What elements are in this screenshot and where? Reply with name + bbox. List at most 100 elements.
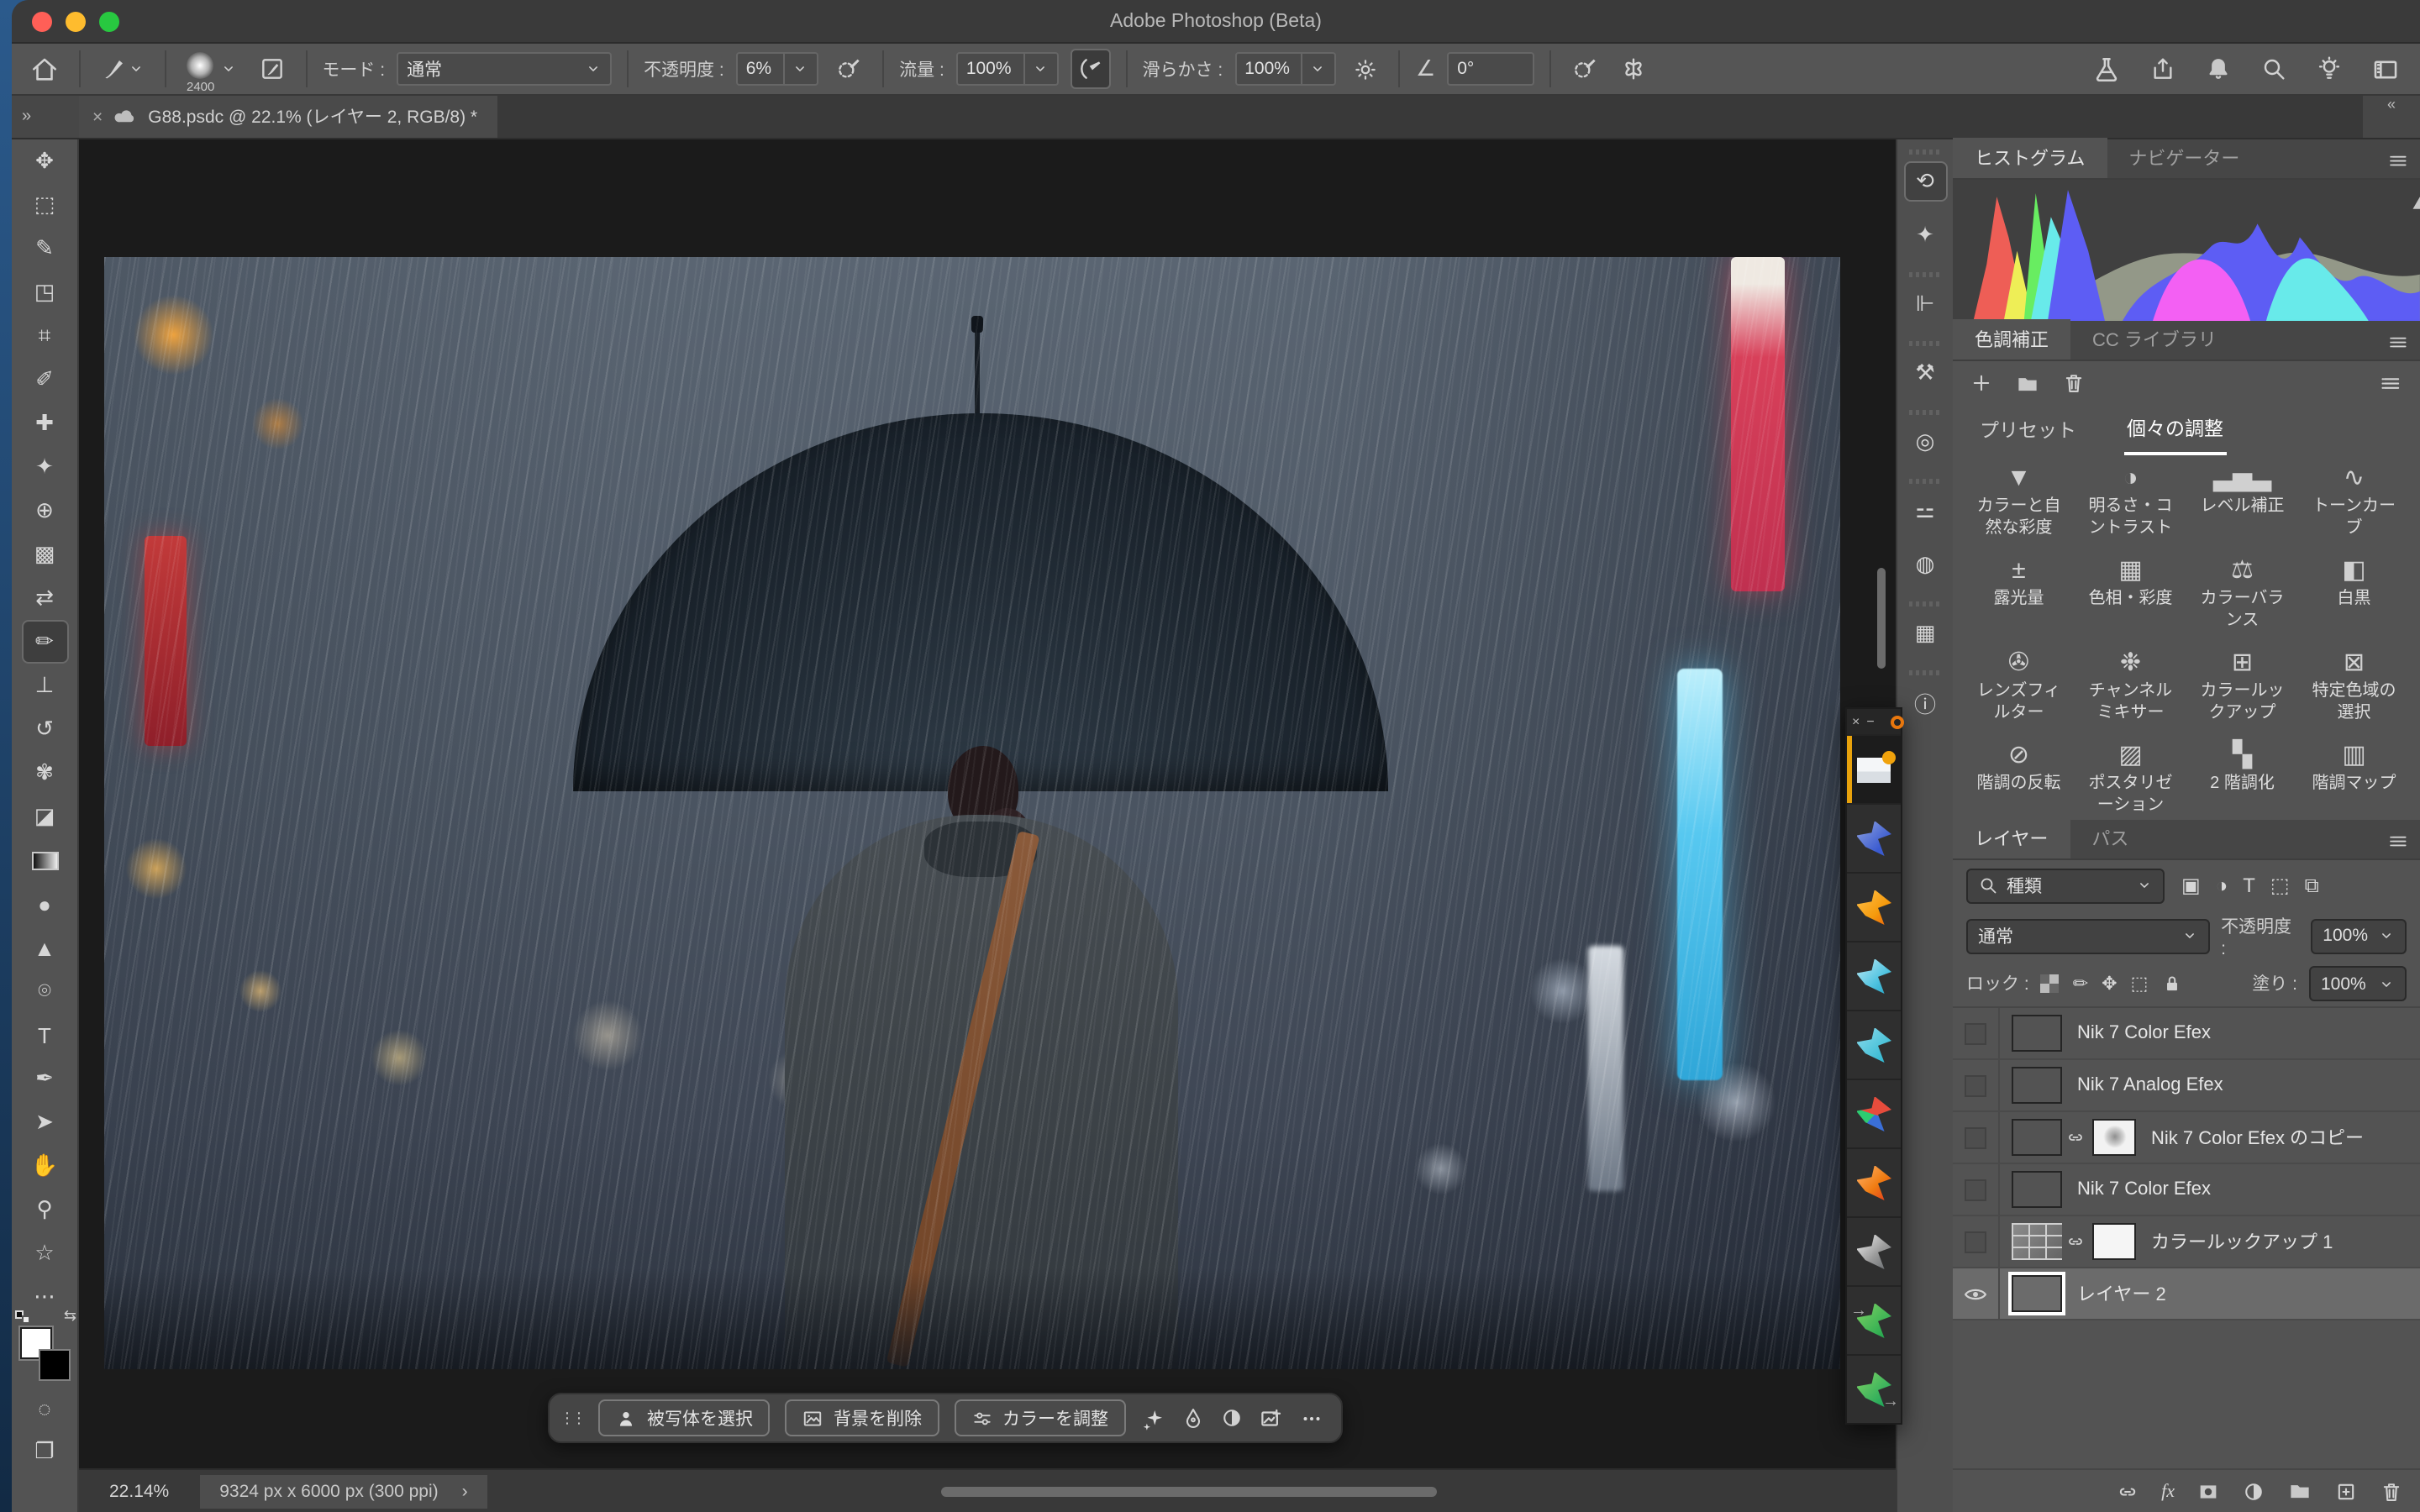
panel-menu-icon[interactable] (2388, 150, 2410, 171)
dock-panel-button[interactable]: ⚒ (1897, 334, 1954, 403)
flow-input[interactable]: 100% (956, 52, 1059, 86)
add-image-icon[interactable] (1258, 1405, 1283, 1431)
tool-button[interactable]: ⊥ (21, 664, 68, 707)
filter-adjustment-layers-icon[interactable]: ◑ (2216, 874, 2228, 897)
dock-collapse-chevron[interactable]: « (2363, 96, 2420, 138)
adjust-color-button[interactable]: カラーを調整 (954, 1399, 1125, 1436)
smoothing-options-gear[interactable] (1349, 49, 1384, 89)
tool-button[interactable]: ⚲ (21, 1188, 68, 1231)
lock-position-icon[interactable]: ✥ (2102, 973, 2117, 995)
plugin-item[interactable] (1847, 872, 1901, 941)
canvas-pasteboard[interactable]: ⋮⋮ 被写体を選択 背景を削除 カラーを調整 (79, 139, 1896, 1468)
adjustment-item[interactable]: ✇ レンズフィ ルター (1963, 647, 2075, 724)
layer-mask-thumbnail[interactable] (2092, 1223, 2136, 1260)
tool-button[interactable]: ▩ (21, 533, 68, 576)
share-icon[interactable] (2149, 55, 2176, 82)
adjustment-item[interactable]: ❉ チャンネル ミキサー (2075, 647, 2186, 724)
more-options-icon[interactable] (1298, 1405, 1323, 1431)
tool-button[interactable]: ⬚ (21, 183, 68, 227)
close-window-button[interactable] (32, 11, 52, 31)
adjustment-item[interactable]: ⊞ カラールッ クアップ (2186, 647, 2298, 724)
new-layer-icon[interactable] (2334, 1479, 2358, 1503)
close-tab-icon[interactable]: × (92, 107, 103, 127)
tool-button[interactable]: ◳ (21, 270, 68, 314)
background-color-swatch[interactable] (38, 1349, 70, 1381)
adjustment-item[interactable]: ▨ ポスタリゼ ーション (2075, 739, 2186, 816)
tool-button[interactable]: ✎ (21, 227, 68, 270)
opacity-input[interactable]: 6% (736, 52, 818, 86)
discover-bulb-icon[interactable] (2316, 55, 2343, 82)
tool-button[interactable]: ✋ (21, 1144, 68, 1188)
notifications-bell-icon[interactable] (2205, 55, 2232, 82)
angle-input[interactable]: 0° (1447, 52, 1534, 86)
lock-artboard-icon[interactable]: ⬚ (2131, 973, 2149, 995)
minimize-window-button[interactable] (66, 11, 86, 31)
layer-name[interactable]: Nik 7 Analog Efex (2077, 1075, 2223, 1095)
dock-panel-button[interactable]: ⚍ (1897, 472, 1954, 541)
adjustment-item[interactable]: ⊠ 特定色域の 選択 (2298, 647, 2410, 724)
tool-button[interactable]: ➤ (21, 1100, 68, 1144)
layer-visibility-eye-icon[interactable] (1953, 1060, 2000, 1110)
layer-blend-mode-select[interactable]: 通常 (1966, 918, 2209, 953)
tool-button[interactable]: ▲ (21, 926, 68, 969)
layer-name[interactable]: レイヤー 2 (2077, 1280, 2166, 1307)
layer-mask-link-icon[interactable] (2065, 1231, 2086, 1252)
panel-menu-icon[interactable] (2388, 830, 2410, 852)
adjustment-item[interactable]: ▼ カラーと自 然な彩度 (1963, 462, 2075, 539)
adjustment-item[interactable]: ± 露光量 (1963, 554, 2075, 632)
close-icon[interactable]: × (1852, 714, 1860, 729)
layer-visibility-eye-icon[interactable] (1953, 1112, 2000, 1163)
adjustment-item[interactable]: ▥ 階調マップ (2298, 739, 2410, 816)
tab-cc-libraries[interactable]: CC ライブラリ (2070, 319, 2238, 360)
folder-icon[interactable] (2015, 370, 2040, 396)
search-icon[interactable] (2260, 55, 2287, 82)
tab-navigator[interactable]: ナビゲーター (2107, 138, 2261, 178)
lock-pixels-icon[interactable]: ✏ (2073, 973, 2088, 995)
adjustment-item[interactable]: ▚ 2 階調化 (2186, 739, 2298, 816)
layer-thumbnail[interactable] (2012, 1067, 2062, 1104)
brush-preset-picker[interactable]: 2400 (182, 49, 241, 89)
layer-mask-link-icon[interactable] (2065, 1127, 2086, 1147)
remove-background-button[interactable]: 背景を削除 (785, 1399, 939, 1436)
zoom-window-button[interactable] (99, 11, 119, 31)
tool-button[interactable]: ⌗ (21, 314, 68, 358)
layer-row[interactable]: Nik 7 Analog Efex (1953, 1060, 2420, 1112)
vertical-scrollbar[interactable] (1877, 568, 1886, 669)
default-colors-icon[interactable] (14, 1310, 29, 1324)
plugin-item[interactable] (1847, 941, 1901, 1010)
layer-visibility-eye-icon[interactable] (1953, 1164, 2000, 1215)
airbrush-toggle[interactable] (1071, 49, 1111, 89)
adjustment-item[interactable]: ◑ 明るさ・コ ントラスト (2075, 462, 2186, 539)
canvas-image[interactable] (104, 257, 1840, 1369)
filter-pixel-layers-icon[interactable]: ▣ (2181, 874, 2201, 897)
tool-button[interactable]: ✥ (21, 139, 68, 183)
tool-button[interactable]: ● (21, 882, 68, 926)
tool-preset-button[interactable] (96, 49, 150, 89)
layer-fill-input[interactable]: 100% (2309, 966, 2407, 1001)
tool-button[interactable]: ◪ (21, 795, 68, 838)
tab-histogram[interactable]: ヒストグラム (1953, 138, 2107, 178)
plugin-item[interactable] (1847, 1216, 1901, 1285)
adjustment-icon[interactable] (1219, 1406, 1243, 1430)
layer-filter-select[interactable]: 種類 (1966, 868, 2165, 903)
layer-visibility-eye-icon[interactable] (1953, 1268, 2000, 1319)
tool-button[interactable]: ⇄ (21, 576, 68, 620)
layer-row[interactable]: レイヤー 2 (1953, 1268, 2420, 1320)
layer-name[interactable]: Nik 7 Color Efex のコピー (2151, 1124, 2364, 1151)
layer-row[interactable]: Nik 7 Color Efex のコピー (1953, 1112, 2420, 1164)
filter-type-layers-icon[interactable]: T (2243, 874, 2255, 897)
layer-thumbnail[interactable] (2012, 1119, 2062, 1156)
beta-features-icon[interactable] (2092, 55, 2121, 83)
layer-row[interactable]: Nik 7 Color Efex (1953, 1164, 2420, 1216)
plugin-item[interactable] (1847, 1010, 1901, 1079)
dock-panel-button[interactable]: ◎ (1897, 403, 1954, 472)
plugin-item[interactable]: → (1847, 1354, 1901, 1423)
adjustment-item[interactable]: ⊘ 階調の反転 (1963, 739, 2075, 816)
plugin-item[interactable] (1847, 1079, 1901, 1147)
layer-style-fx-icon[interactable]: fx (2161, 1481, 2175, 1501)
tool-button[interactable]: T (21, 1013, 68, 1057)
subtab-single-adjustments[interactable]: 個々の調整 (2123, 405, 2227, 455)
opacity-pressure-button[interactable] (830, 49, 867, 89)
link-layers-icon[interactable] (2116, 1479, 2139, 1503)
tab-paths[interactable]: パス (2070, 818, 2150, 858)
